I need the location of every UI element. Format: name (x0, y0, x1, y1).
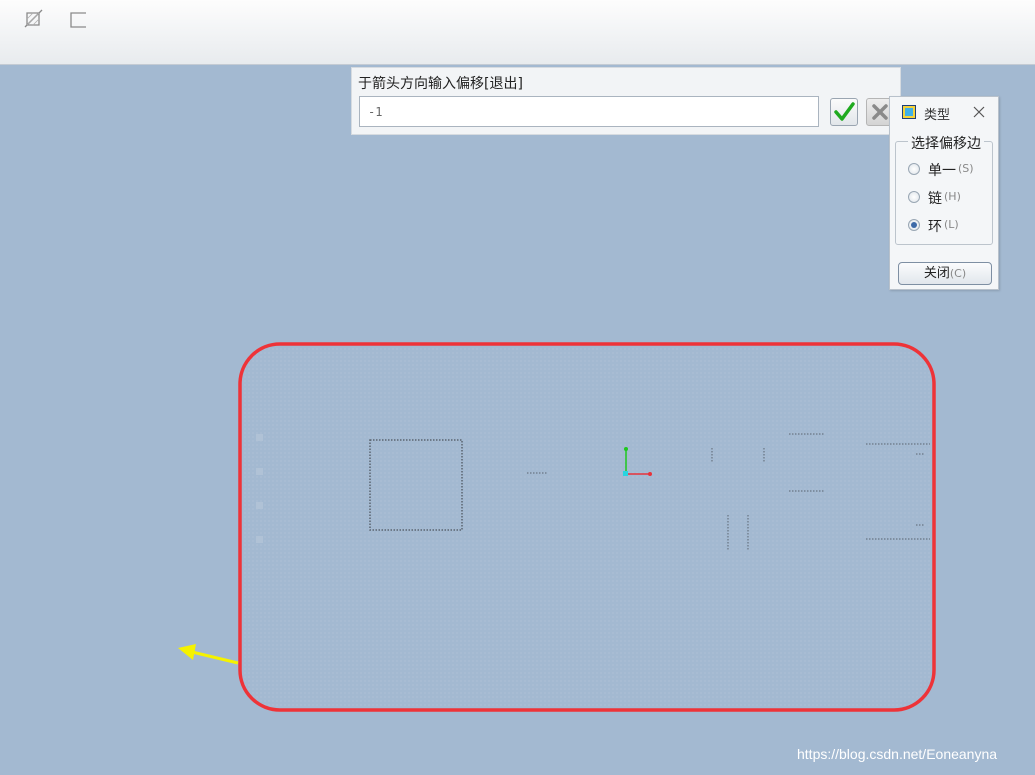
option-loop-label: 环 (928, 219, 942, 235)
accept-button[interactable] (830, 98, 858, 126)
option-single[interactable]: 单一 (S) (908, 159, 988, 179)
close-icon[interactable] (970, 103, 988, 121)
offset-value-input[interactable] (359, 96, 819, 127)
option-chain[interactable]: 链 (H) (908, 187, 988, 207)
type-dialog-title: 类型 (924, 108, 951, 123)
close-button-key: (C) (949, 267, 967, 280)
check-icon (834, 102, 855, 121)
option-loop[interactable]: 环 (L) (908, 215, 988, 235)
option-single-key: (S) (958, 162, 974, 175)
type-dialog-header: 类型 (890, 97, 998, 129)
option-chain-key: (H) (944, 190, 961, 203)
watermark: https://blog.csdn.net/Eoneanyna (797, 746, 998, 762)
close-button[interactable]: 关闭(C) (898, 262, 992, 285)
offset-prompt-bar: 于箭头方向输入偏移[退出] (351, 67, 901, 135)
close-button-label: 关闭 (923, 266, 950, 281)
prompt-message: 于箭头方向输入偏移[退出] (358, 76, 523, 92)
type-dialog: 类型 选择偏移边 单一 (S) 链 (H) 环 (L) 关闭(C) (889, 96, 999, 290)
radio-chain[interactable] (908, 191, 920, 203)
sketch-grid-region (240, 344, 934, 710)
type-dialog-icon (902, 105, 916, 119)
radio-loop[interactable] (908, 219, 920, 231)
option-loop-key: (L) (944, 218, 959, 231)
offset-direction-arrow (178, 644, 239, 665)
option-chain-label: 链 (928, 191, 942, 207)
radio-single[interactable] (908, 163, 920, 175)
option-single-label: 单一 (928, 163, 956, 179)
offset-edge-group-title: 选择偏移边 (908, 133, 984, 153)
